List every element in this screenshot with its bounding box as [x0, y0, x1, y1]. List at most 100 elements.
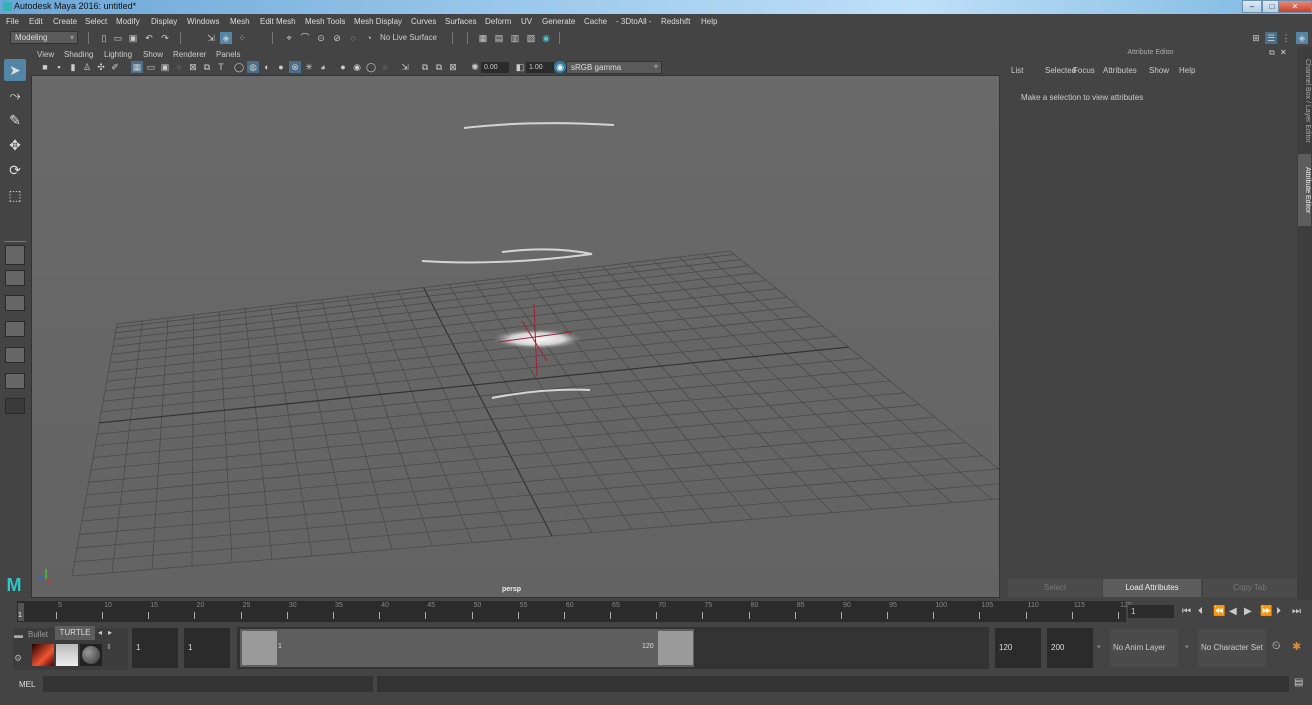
menu-edit-mesh[interactable]: Edit Mesh — [260, 17, 296, 26]
panel-menu-show[interactable]: Show — [143, 50, 163, 59]
screen-space-ao-icon[interactable]: ◕ — [317, 61, 329, 73]
exposure-field[interactable]: 0.00 — [481, 62, 509, 73]
select-hierarchy-icon[interactable]: ⇲ — [205, 32, 217, 44]
playback-start-field[interactable]: 1 — [184, 628, 230, 668]
command-language-label[interactable]: MEL — [19, 680, 35, 689]
snap-curve-icon[interactable]: ⌒ — [299, 32, 311, 44]
script-editor-icon[interactable]: ▤ — [1294, 677, 1303, 688]
tool-settings-icon[interactable]: ⋮ — [1280, 32, 1292, 44]
film-gate-icon[interactable]: ▭ — [145, 61, 157, 73]
copy-tab-button[interactable]: Copy Tab — [1203, 579, 1297, 597]
camera-attributes-icon[interactable]: ▪ — [53, 61, 65, 73]
attribute-editor-toggle-icon[interactable]: ☰ — [1265, 32, 1277, 44]
persp-graph-layout-icon[interactable] — [5, 321, 25, 337]
render-current-frame-icon[interactable]: ▦ — [477, 32, 489, 44]
close-button[interactable]: ✕ — [1278, 0, 1312, 13]
shadows-icon[interactable]: ✳ — [303, 61, 315, 73]
load-attributes-button[interactable]: Load Attributes — [1103, 579, 1201, 597]
2d-pan-zoom-icon[interactable]: ✣ — [95, 61, 107, 73]
turtle-bake-icon[interactable] — [32, 644, 54, 666]
close-panel-icon[interactable]: ✕ — [1280, 48, 1287, 57]
menu-curves[interactable]: Curves — [411, 17, 436, 26]
xray-icon[interactable]: ⇲ — [399, 61, 411, 73]
redshift-render-icon[interactable]: ◉ — [540, 32, 552, 44]
persp-graph-outliner-layout-icon[interactable] — [5, 373, 25, 389]
range-end-handle[interactable] — [658, 631, 693, 665]
attribute-editor-tab[interactable]: Attribute Editor — [1298, 154, 1311, 226]
shelf-tab-turtle[interactable]: TURTLE — [55, 626, 95, 640]
shelf-menu-icon[interactable]: ▬ — [14, 630, 23, 640]
safe-title-icon[interactable]: T — [215, 61, 227, 73]
step-back-key-icon[interactable]: ⏪ — [1213, 606, 1225, 617]
anim-layer-dropdown[interactable]: No Anim Layer — [1110, 629, 1178, 667]
lasso-tool-icon[interactable]: ⤳ — [4, 84, 26, 106]
float-panel-icon[interactable]: ⧉ — [1269, 48, 1275, 58]
select-component-icon[interactable]: ⁘ — [236, 32, 248, 44]
make-live-icon[interactable]: ◔ — [363, 32, 375, 44]
menu-modify[interactable]: Modify — [116, 17, 140, 26]
snap-point-icon[interactable]: ⊙ — [315, 32, 327, 44]
bookmark-icon[interactable]: ▮ — [67, 61, 79, 73]
move-tool-icon[interactable]: ✥ — [4, 134, 26, 156]
go-to-end-icon[interactable]: ⏭ — [1292, 606, 1301, 617]
hypershade-icon[interactable]: ▧ — [525, 32, 537, 44]
play-forwards-icon[interactable]: ▶ — [1244, 606, 1252, 617]
character-set-menu-icon[interactable]: ▾ — [1185, 643, 1189, 651]
xray-active-components-icon[interactable]: ⧉ — [433, 61, 445, 73]
menu-3dtoall[interactable]: - 3DtoAll - — [616, 17, 652, 26]
menu-mesh-display[interactable]: Mesh Display — [354, 17, 402, 26]
menu-display[interactable]: Display — [151, 17, 177, 26]
paint-select-tool-icon[interactable]: ✎ — [4, 109, 26, 131]
character-set-dropdown[interactable]: No Character Set — [1198, 629, 1266, 667]
smooth-shade-icon[interactable]: ◍ — [247, 61, 259, 73]
textured-icon[interactable]: ● — [275, 61, 287, 73]
turtle-render-icon[interactable] — [56, 644, 78, 666]
channel-box-tab[interactable]: Channel Box / Layer Editor — [1298, 51, 1311, 151]
auto-key-icon[interactable]: ⏲ — [1272, 640, 1281, 653]
custom-layout-icon[interactable] — [5, 398, 25, 414]
shelf-tab-bullet[interactable]: Bullet — [28, 630, 48, 639]
current-frame-field[interactable]: 1 — [1128, 605, 1174, 618]
select-button[interactable]: Select — [1008, 579, 1102, 597]
rotate-tool-icon[interactable]: ⟳ — [4, 159, 26, 181]
range-slider-range[interactable] — [240, 629, 694, 667]
panel-menu-panels[interactable]: Panels — [216, 50, 240, 59]
new-scene-icon[interactable]: ▯ — [98, 32, 110, 44]
play-backwards-icon[interactable]: ◀ — [1229, 606, 1237, 617]
perspective-viewport[interactable]: persp — [31, 75, 1000, 598]
shelf-prev-icon[interactable]: ◂ — [98, 628, 102, 637]
ipr-render-icon[interactable]: ▤ — [493, 32, 505, 44]
resolution-gate-icon[interactable]: ▣ — [159, 61, 171, 73]
ae-menu-help[interactable]: Help — [1179, 66, 1195, 75]
menu-windows[interactable]: Windows — [187, 17, 219, 26]
grid-toggle-icon[interactable]: ▦ — [131, 61, 143, 73]
shelf-settings-icon[interactable]: ⚙ — [14, 653, 22, 664]
render-settings-icon[interactable]: ▥ — [509, 32, 521, 44]
step-forward-frame-icon[interactable]: ⏵ — [1276, 606, 1281, 617]
shelf-scroll-icon[interactable]: ⇕ — [106, 643, 112, 651]
exposure-icon[interactable]: ✺ — [469, 61, 481, 73]
menu-mesh[interactable]: Mesh — [230, 17, 250, 26]
snap-grid-icon[interactable]: ⌖ — [283, 32, 295, 44]
minimize-button[interactable]: – — [1242, 0, 1262, 13]
menu-redshift[interactable]: Redshift — [661, 17, 690, 26]
anim-layer-menu-icon[interactable]: ▾ — [1097, 643, 1101, 651]
backface-culling-icon[interactable]: ⊠ — [447, 61, 459, 73]
motion-blur-icon[interactable]: ● — [337, 61, 349, 73]
range-start-handle[interactable] — [242, 631, 277, 665]
menu-file[interactable]: File — [6, 17, 19, 26]
ae-menu-show[interactable]: Show — [1149, 66, 1169, 75]
depth-of-field-icon[interactable]: ◯ — [365, 61, 377, 73]
scale-tool-icon[interactable]: ⬚ — [4, 184, 26, 206]
multisample-aa-icon[interactable]: ◉ — [351, 61, 363, 73]
gate-mask-icon[interactable]: ■ — [173, 61, 185, 73]
redo-icon[interactable]: ↷ — [159, 32, 171, 44]
animation-preferences-icon[interactable]: ✱ — [1292, 640, 1301, 653]
menu-uv[interactable]: UV — [521, 17, 532, 26]
xray-joints-icon[interactable]: ⧉ — [419, 61, 431, 73]
save-scene-icon[interactable]: ▣ — [127, 32, 139, 44]
animation-end-field[interactable]: 200 — [1047, 628, 1093, 668]
ae-menu-attributes[interactable]: Attributes — [1103, 66, 1137, 75]
color-management-icon[interactable]: ◉ — [554, 61, 566, 73]
mode-dropdown[interactable]: Modeling ▾ — [10, 31, 78, 44]
